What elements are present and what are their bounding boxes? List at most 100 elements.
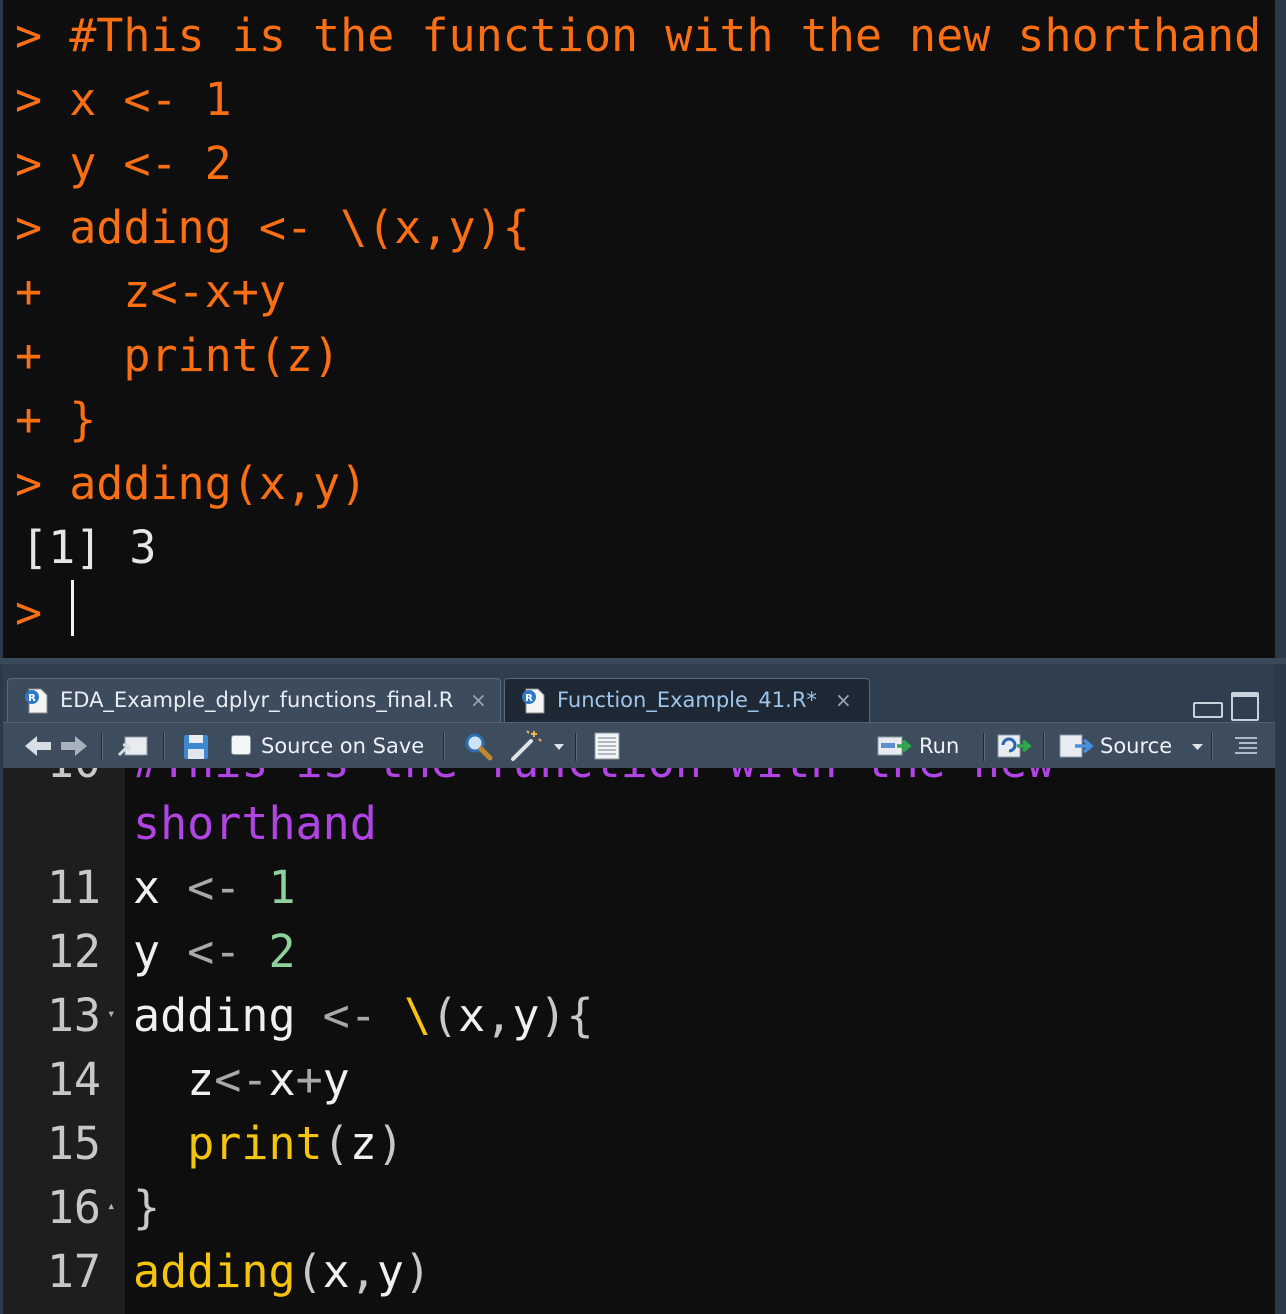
save-icon[interactable]	[179, 723, 213, 769]
code-token: }	[133, 1181, 161, 1234]
svg-text:R: R	[28, 693, 36, 704]
code-token: y	[322, 1053, 350, 1106]
line-number: 11	[46, 861, 101, 914]
code-token: x	[268, 1053, 296, 1106]
magic-wand-icon[interactable]	[507, 723, 543, 769]
console-output: [1] 3	[21, 521, 157, 574]
code-line: x <- 1	[133, 856, 296, 920]
code-token: <-	[214, 1053, 269, 1106]
code-token: y	[512, 989, 540, 1042]
code-token: +	[295, 1053, 323, 1106]
toolbar-separator	[575, 733, 577, 761]
toolbar-separator	[1043, 733, 1045, 761]
toolbar-separator	[1211, 733, 1213, 761]
code-token: {	[566, 989, 594, 1042]
source-on-save-label[interactable]: Source on Save	[261, 723, 424, 769]
code-token: y	[133, 925, 161, 978]
console-line: > adding <- \(x,y){	[15, 201, 530, 254]
code-token: (	[431, 989, 459, 1042]
close-icon[interactable]: ×	[470, 679, 487, 721]
code-token: 2	[268, 925, 296, 978]
code-token: z	[133, 1053, 215, 1106]
console-line: + z<-x+y	[15, 265, 286, 318]
code-line: adding(x,y)	[133, 1240, 431, 1304]
code-token: ,	[349, 1245, 377, 1298]
code-token: x	[458, 989, 486, 1042]
rerun-icon[interactable]	[995, 723, 1035, 769]
line-number: 10	[3, 768, 101, 794]
code-token: adding	[133, 1245, 296, 1298]
toolbar-separator	[983, 733, 985, 761]
toolbar-separator	[163, 733, 165, 761]
console-line: > y <- 2	[15, 137, 232, 190]
forward-arrow-icon[interactable]	[55, 723, 91, 769]
code-token: print	[187, 1117, 323, 1170]
code-token: ,	[485, 989, 513, 1042]
code-token: z	[349, 1117, 377, 1170]
maximize-pane-icon[interactable]	[1231, 692, 1259, 721]
fold-toggle-icon[interactable]: ▾	[107, 1006, 115, 1022]
source-icon[interactable]	[1057, 723, 1099, 769]
code-line: z<-x+y	[133, 1048, 350, 1112]
editor-toolbar: Source on Save Run Source	[3, 722, 1275, 769]
line-number: 16	[46, 1181, 101, 1234]
chevron-down-icon[interactable]	[1189, 723, 1207, 769]
console-line: > #This is the function with the new sho…	[15, 9, 1262, 62]
code-token: <-	[160, 925, 269, 978]
run-icon[interactable]	[875, 723, 915, 769]
code-token: )	[376, 1117, 404, 1170]
source-on-save-checkbox[interactable]	[231, 735, 251, 755]
code-line: y <- 2	[133, 920, 296, 984]
search-icon[interactable]	[461, 723, 495, 769]
console-pane[interactable]: > #This is the function with the new sho…	[3, 0, 1275, 658]
line-number: 17	[46, 1245, 101, 1298]
code-token: (	[295, 1245, 323, 1298]
minimize-pane-icon[interactable]	[1193, 702, 1223, 718]
code-token: )	[539, 989, 567, 1042]
code-token: adding	[133, 989, 296, 1042]
console-line: + print(z)	[15, 329, 341, 382]
code-line-wrapped: shorthand	[133, 797, 377, 850]
toolbar-separator	[443, 733, 445, 761]
tab-eda-example[interactable]: R EDA_Example_dplyr_functions_final.R ×	[7, 678, 501, 722]
line-number: 14	[46, 1053, 101, 1106]
console-line: > x <- 1	[15, 73, 232, 126]
fold-toggle-icon[interactable]: ▴	[107, 1198, 115, 1214]
tab-label: EDA_Example_dplyr_functions_final.R	[60, 688, 454, 712]
code-token: \	[403, 989, 432, 1042]
compile-report-icon[interactable]	[589, 723, 623, 769]
toolbar-separator	[101, 733, 103, 761]
code-token: <-	[295, 989, 404, 1042]
code-token: (	[322, 1117, 350, 1170]
code-token: <-	[160, 861, 269, 914]
code-token: )	[403, 1245, 432, 1298]
code-token: x	[322, 1245, 350, 1298]
tab-function-example[interactable]: R Function_Example_41.R* ×	[504, 678, 870, 722]
code-editor[interactable]: 10 #This is the function with the new sh…	[3, 768, 1275, 1314]
console-line: > adding(x,y)	[15, 457, 368, 510]
line-number: 15	[46, 1117, 101, 1170]
close-icon[interactable]: ×	[835, 679, 852, 721]
r-file-icon: R	[522, 688, 545, 714]
code-line: adding <- \(x,y){	[133, 984, 594, 1048]
code-line: #This is the function with the new	[133, 768, 1054, 794]
line-number: 12	[46, 925, 101, 978]
document-outline-icon[interactable]	[1231, 723, 1261, 769]
run-label[interactable]: Run	[919, 723, 959, 769]
console-prompt: >	[15, 586, 43, 639]
console-line: + }	[15, 393, 97, 446]
svg-text:R: R	[525, 693, 533, 704]
code-token: y	[376, 1245, 404, 1298]
editor-tab-bar: R EDA_Example_dplyr_functions_final.R × …	[3, 664, 1275, 722]
line-number: 13	[46, 989, 101, 1042]
tab-label: Function_Example_41.R*	[557, 688, 817, 712]
console-input-line[interactable]: >	[15, 580, 75, 644]
source-label[interactable]: Source	[1100, 723, 1172, 769]
show-in-window-icon[interactable]	[115, 723, 151, 769]
text-cursor	[71, 580, 75, 636]
code-line: print(z)	[133, 1112, 404, 1176]
chevron-down-icon[interactable]	[551, 723, 567, 769]
code-line: }	[133, 1176, 160, 1240]
code-token: 1	[268, 861, 296, 914]
